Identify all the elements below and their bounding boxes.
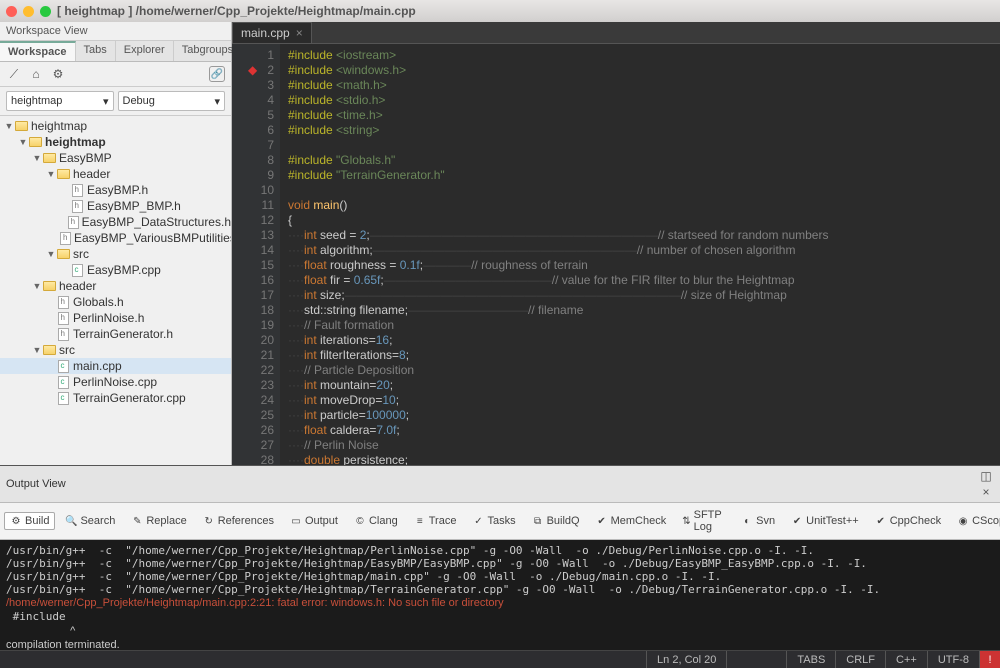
- output-tab-replace[interactable]: ✎Replace: [125, 512, 192, 530]
- project-select[interactable]: heightmap▾: [6, 91, 114, 111]
- workspace-toolbar: ⟋ ⌂ ⚙ 🔗: [0, 62, 231, 87]
- tree-node[interactable]: TerrainGenerator.h: [0, 326, 231, 342]
- output-tab-sftp-log[interactable]: ⇅SFTP Log: [676, 506, 731, 536]
- tree-node[interactable]: ▼src: [0, 342, 231, 358]
- gear-icon[interactable]: ⚙: [50, 66, 66, 82]
- output-tab-cscope[interactable]: ◉CScope: [951, 512, 1000, 530]
- window-controls: [6, 6, 51, 17]
- output-tab-buildq[interactable]: ⧉BuildQ: [526, 512, 586, 530]
- output-tabs: ⚙Build🔍Search✎Replace ↻References▭Output©…: [0, 503, 1000, 540]
- home-icon[interactable]: ⌂: [28, 66, 44, 82]
- workspace-sidebar: Workspace View Workspace Tabs Explorer T…: [0, 22, 232, 465]
- minimize-window-icon[interactable]: [23, 6, 34, 17]
- tree-node[interactable]: ▼header: [0, 166, 231, 182]
- output-tab-trace[interactable]: ≡Trace: [408, 512, 463, 530]
- status-tabs[interactable]: TABS: [786, 651, 835, 668]
- output-tab-clang[interactable]: ©Clang: [348, 512, 404, 530]
- workspace-title: Workspace View: [0, 22, 231, 41]
- maximize-window-icon[interactable]: [40, 6, 51, 17]
- tree-node[interactable]: ▼src: [0, 246, 231, 262]
- tree-node[interactable]: Globals.h: [0, 294, 231, 310]
- workspace-tab-explorer[interactable]: Explorer: [116, 41, 174, 61]
- status-enc[interactable]: UTF-8: [927, 651, 979, 668]
- tree-node[interactable]: EasyBMP.h: [0, 182, 231, 198]
- output-tab-references[interactable]: ↻References: [197, 512, 280, 530]
- tree-node[interactable]: EasyBMP.cpp: [0, 262, 231, 278]
- editor-tab-main[interactable]: main.cpp ×: [232, 22, 312, 43]
- output-console[interactable]: /usr/bin/g++ -c "/home/werner/Cpp_Projek…: [0, 540, 1000, 650]
- tree-node[interactable]: ▼heightmap: [0, 118, 231, 134]
- workspace-combos: heightmap▾ Debug▾: [0, 87, 231, 116]
- close-panel-icon[interactable]: ×: [978, 484, 994, 500]
- link-icon[interactable]: 🔗: [209, 66, 225, 82]
- detach-icon[interactable]: ◫: [978, 468, 994, 484]
- output-tab-search[interactable]: 🔍Search: [59, 512, 121, 530]
- tree-node[interactable]: EasyBMP_DataStructures.h: [0, 214, 231, 230]
- wand-icon[interactable]: ⟋: [6, 66, 22, 82]
- output-tab-unittest-[interactable]: ✔UnitTest++: [785, 512, 865, 530]
- window-title: [ heightmap ] /home/werner/Cpp_Projekte/…: [57, 4, 416, 18]
- tree-node[interactable]: main.cpp: [0, 358, 231, 374]
- close-tab-icon[interactable]: ×: [296, 26, 303, 40]
- workspace-tabs: Workspace Tabs Explorer Tabgroups ▲: [0, 41, 231, 62]
- tree-node[interactable]: EasyBMP_VariousBMPutilities.h: [0, 230, 231, 246]
- tree-node[interactable]: EasyBMP_BMP.h: [0, 198, 231, 214]
- output-tab-build[interactable]: ⚙Build: [4, 512, 55, 530]
- editor-tab-label: main.cpp: [241, 26, 290, 40]
- output-tab-tasks[interactable]: ✓Tasks: [466, 512, 521, 530]
- close-window-icon[interactable]: [6, 6, 17, 17]
- config-select[interactable]: Debug▾: [118, 91, 226, 111]
- tree-node[interactable]: PerlinNoise.h: [0, 310, 231, 326]
- output-tab-memcheck[interactable]: ✔MemCheck: [590, 512, 673, 530]
- status-error-icon[interactable]: !: [979, 651, 1000, 668]
- workspace-tab-tabs[interactable]: Tabs: [76, 41, 116, 61]
- output-window-controls: ◫ ×: [978, 468, 994, 500]
- editor-tabs: main.cpp ×: [232, 22, 1000, 44]
- tree-node[interactable]: ▼header: [0, 278, 231, 294]
- output-panel: Output View ◫ × ⚙Build🔍Search✎Replace ↻Re…: [0, 465, 1000, 650]
- line-gutter: 1234567891011121314151617181920212223242…: [232, 44, 280, 465]
- tree-node[interactable]: ▼EasyBMP: [0, 150, 231, 166]
- project-tree[interactable]: ▼heightmap▼heightmap▼EasyBMP▼headerEasyB…: [0, 116, 231, 465]
- tree-node[interactable]: PerlinNoise.cpp: [0, 374, 231, 390]
- status-eol[interactable]: CRLF: [835, 651, 885, 668]
- status-position[interactable]: Ln 2, Col 20: [646, 651, 726, 668]
- output-title: Output View: [6, 478, 66, 490]
- code-editor[interactable]: 1234567891011121314151617181920212223242…: [232, 44, 1000, 465]
- code-text[interactable]: #include <iostream> #include <windows.h>…: [280, 44, 1000, 465]
- output-title-bar: Output View ◫ ×: [0, 466, 1000, 503]
- workspace-tab-workspace[interactable]: Workspace: [0, 41, 76, 61]
- tree-node[interactable]: ▼heightmap: [0, 134, 231, 150]
- editor-area: main.cpp × 12345678910111213141516171819…: [232, 22, 1000, 465]
- titlebar: [ heightmap ] /home/werner/Cpp_Projekte/…: [0, 0, 1000, 22]
- output-tab-output[interactable]: ▭Output: [284, 512, 344, 530]
- tree-node[interactable]: TerrainGenerator.cpp: [0, 390, 231, 406]
- status-lang[interactable]: C++: [885, 651, 927, 668]
- output-tab-cppcheck[interactable]: ✔CppCheck: [869, 512, 947, 530]
- status-bar: Ln 2, Col 20 TABS CRLF C++ UTF-8 !: [0, 650, 1000, 668]
- output-tab-svn[interactable]: ◐Svn: [735, 512, 781, 530]
